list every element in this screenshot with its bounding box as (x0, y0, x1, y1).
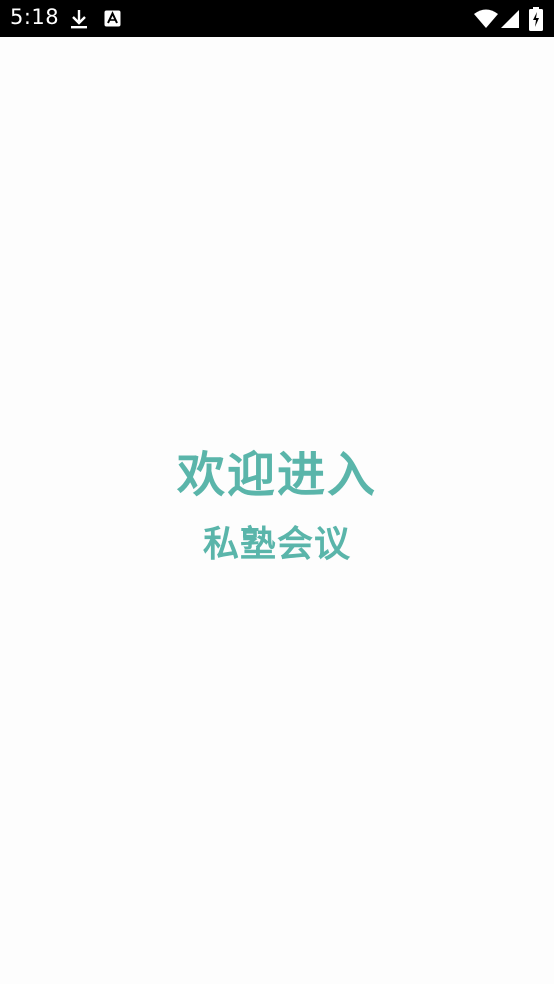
download-icon (68, 8, 90, 30)
splash-text-group: 欢迎进入 私塾会议 (0, 445, 554, 567)
welcome-title: 欢迎进入 (176, 447, 377, 503)
a-icon (104, 10, 121, 27)
splash-screen: 欢迎进入 私塾会议 (0, 37, 554, 984)
wifi-icon (474, 9, 498, 29)
battery-icon (528, 7, 544, 31)
app-name: 私塾会议 (202, 524, 351, 565)
status-time: 5:18 (10, 5, 60, 29)
signal-icon (500, 9, 520, 29)
status-bar: 5:18 (0, 0, 554, 37)
